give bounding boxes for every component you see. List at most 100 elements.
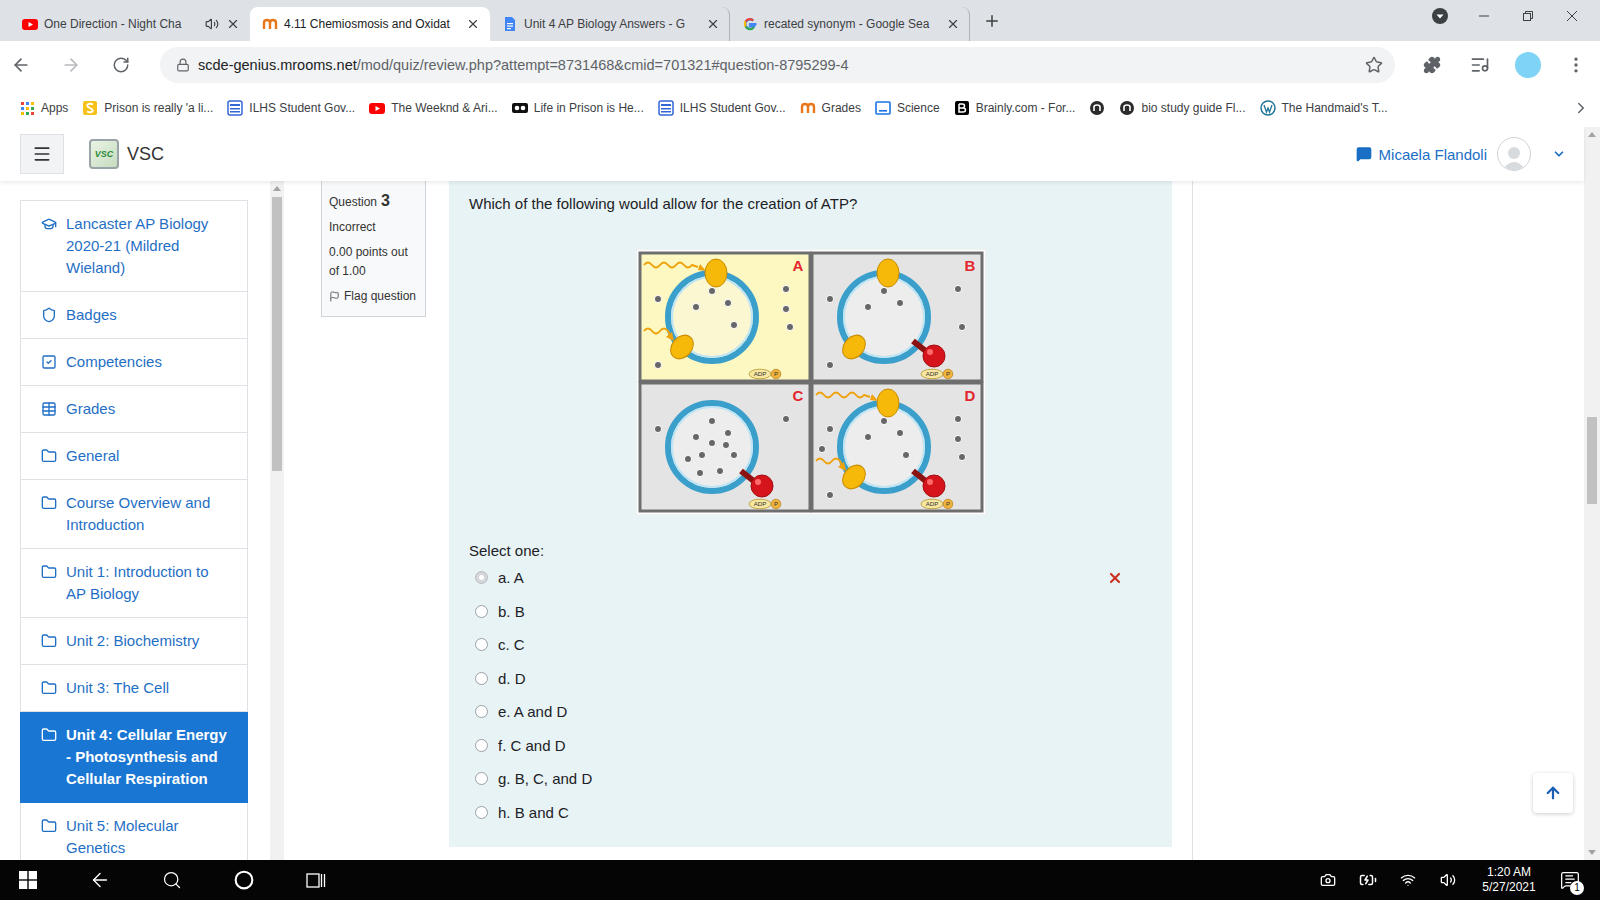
bookmark[interactable]: The Handmaid's T...: [1253, 96, 1395, 120]
bookmark[interactable]: Prison is really 'a li...: [75, 96, 220, 120]
sidebar-item[interactable]: Unit 3: The Cell: [20, 665, 248, 712]
radio-button[interactable]: [475, 806, 488, 819]
bookmark[interactable]: ILHS Student Gov...: [651, 96, 793, 120]
bookmark[interactable]: Grades: [793, 96, 868, 120]
apps-icon: [19, 100, 35, 116]
back-button[interactable]: [4, 48, 38, 82]
page: VSC VSC Micaela Flandoli Lancaster AP Biolo…: [0, 127, 1600, 860]
more-bookmarks-button[interactable]: [1572, 99, 1590, 117]
task-view-button[interactable]: [288, 860, 344, 900]
sidebar-item[interactable]: Grades: [20, 386, 248, 433]
page-scrollbar[interactable]: [1584, 127, 1600, 860]
browser-tab[interactable]: One Direction - Night Cha: [10, 7, 250, 41]
tray-battery[interactable]: [1348, 860, 1388, 900]
reload-button[interactable]: [104, 48, 138, 82]
proton: [684, 455, 691, 462]
sidebar-scrollbar[interactable]: [270, 181, 284, 860]
bookmark[interactable]: bio study guide Fl...: [1112, 96, 1252, 120]
bookmark[interactable]: Life in Prison is He...: [505, 96, 651, 120]
user-menu[interactable]: Micaela Flandoli: [1356, 137, 1566, 171]
restore-button[interactable]: [1506, 0, 1550, 32]
address-bar[interactable]: scde-genius.mrooms.net/mod/quiz/review.p…: [160, 47, 1395, 83]
bookmark[interactable]: Apps: [12, 96, 75, 120]
back-to-top-button[interactable]: [1533, 773, 1573, 813]
site-logo[interactable]: VSC: [89, 139, 119, 169]
tab-close[interactable]: [945, 16, 961, 32]
clock[interactable]: 1:20 AM5/27/2021: [1468, 865, 1550, 895]
answer-option[interactable]: h. B and C: [469, 796, 1152, 830]
proton: [654, 295, 661, 302]
sidebar-item-label: Unit 4: Cellular Energy - Photosynthesis…: [66, 724, 229, 790]
radio-button[interactable]: [475, 605, 488, 618]
forward-button[interactable]: [54, 48, 88, 82]
notification-button[interactable]: 1: [1550, 860, 1590, 900]
proton: [654, 425, 661, 432]
answer-option[interactable]: b. B: [469, 595, 1152, 629]
radio-button[interactable]: [475, 739, 488, 752]
profile-avatar: [1515, 52, 1541, 78]
tab-close[interactable]: [465, 16, 481, 32]
arrow-left-icon: [89, 869, 111, 891]
extensions-button[interactable]: [1415, 48, 1449, 82]
scrollbar-thumb[interactable]: [272, 197, 282, 471]
radio-button[interactable]: [475, 772, 488, 785]
sidebar-item[interactable]: Unit 1: Introduction to AP Biology: [20, 549, 248, 618]
bookmark[interactable]: Brainly.com - For...: [947, 96, 1083, 120]
answer-option[interactable]: d. D: [469, 662, 1152, 696]
browser-tab[interactable]: 4.11 Chemiosmosis and Oxidat: [250, 7, 490, 41]
bookmark[interactable]: The Weeknd & Ari...: [362, 96, 505, 120]
radio-button[interactable]: [475, 672, 488, 685]
star-icon[interactable]: [1365, 56, 1383, 74]
tab-search-button[interactable]: [1418, 0, 1462, 32]
sidebar-item[interactable]: Unit 4: Cellular Energy - Photosynthesis…: [20, 712, 248, 803]
nav-drawer-button[interactable]: [20, 134, 64, 174]
cortana-button[interactable]: [216, 860, 272, 900]
site-name[interactable]: VSC: [127, 144, 164, 165]
close-window-button[interactable]: [1550, 0, 1594, 32]
radio-button[interactable]: [475, 571, 488, 584]
start-button[interactable]: [0, 860, 56, 900]
speaker-icon[interactable]: [205, 17, 219, 31]
answer-option[interactable]: f. C and D: [469, 729, 1152, 763]
page-main: VSC VSC Micaela Flandoli Lancaster AP Biolo…: [0, 127, 1584, 860]
answer-option[interactable]: c. C: [469, 628, 1152, 662]
tab-close[interactable]: [705, 16, 721, 32]
sidebar-item[interactable]: Unit 5: Molecular Genetics: [20, 803, 248, 860]
media-icon: [1470, 55, 1490, 75]
tab-close[interactable]: [225, 16, 241, 32]
tray-volume[interactable]: [1428, 860, 1468, 900]
minimize-button[interactable]: [1462, 0, 1506, 32]
bookmark[interactable]: ILHS Student Gov...: [220, 96, 362, 120]
tab-search-icon: [1431, 7, 1449, 25]
toolbar: scde-genius.mrooms.net/mod/quiz/review.p…: [0, 41, 1600, 88]
media-button[interactable]: [1463, 48, 1497, 82]
flag-question[interactable]: Flag question: [329, 287, 418, 306]
tray-wifi[interactable]: [1388, 860, 1428, 900]
radio-button[interactable]: [475, 705, 488, 718]
bookmark[interactable]: Science: [868, 96, 947, 120]
browser-tab[interactable]: Unit 4 AP Biology Answers - G: [490, 7, 730, 41]
shield-icon: [41, 307, 57, 323]
profile-button[interactable]: [1511, 48, 1545, 82]
tray-camera[interactable]: [1308, 860, 1348, 900]
new-tab-button[interactable]: [978, 7, 1006, 35]
sidebar-item[interactable]: General: [20, 433, 248, 480]
menu-button[interactable]: [1559, 48, 1593, 82]
answer-option[interactable]: e. A and D: [469, 695, 1152, 729]
sidebar-item[interactable]: Badges: [20, 292, 248, 339]
message-icon[interactable]: [1356, 146, 1372, 162]
bookmark[interactable]: [1082, 96, 1112, 120]
back-button[interactable]: [72, 860, 128, 900]
docs-icon: [502, 16, 518, 32]
sidebar-item[interactable]: Competencies: [20, 339, 248, 386]
radio-button[interactable]: [475, 638, 488, 651]
sidebar-item[interactable]: Course Overview and Introduction: [20, 480, 248, 549]
folder-icon: [41, 564, 57, 580]
answer-option[interactable]: a. A: [469, 561, 1152, 595]
sidebar-item[interactable]: Unit 2: Biochemistry: [20, 618, 248, 665]
sidebar-item[interactable]: Lancaster AP Biology 2020-21 (Mildred Wi…: [20, 200, 248, 292]
browser-tab[interactable]: recated synonym - Google Sea: [730, 7, 970, 41]
scrollbar-thumb[interactable]: [1587, 417, 1597, 504]
answer-option[interactable]: g. B, C, and D: [469, 762, 1152, 796]
search-button[interactable]: [144, 860, 200, 900]
